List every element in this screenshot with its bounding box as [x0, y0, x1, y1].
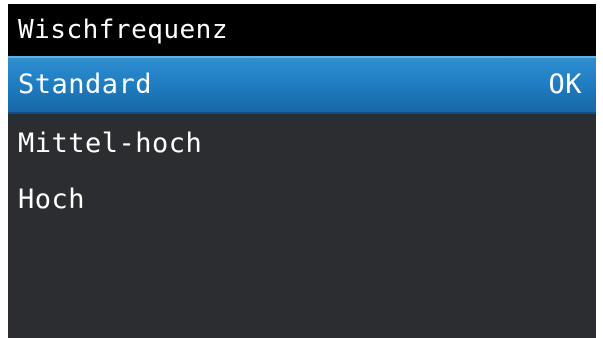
option-menu: Standard OK Mittel-hoch Hoch [8, 56, 596, 228]
menu-item-standard[interactable]: Standard OK [8, 56, 596, 114]
menu-item-mittel-hoch[interactable]: Mittel-hoch [8, 116, 596, 172]
menu-item-label: Hoch [18, 184, 86, 215]
menu-item-label: Standard [18, 69, 153, 100]
lcd-screen: Wischfrequenz Standard OK Mittel-hoch Ho… [8, 4, 596, 338]
menu-item-hoch[interactable]: Hoch [8, 172, 596, 228]
menu-item-label: Mittel-hoch [18, 128, 203, 159]
ok-indicator: OK [548, 69, 582, 100]
screen-title: Wischfrequenz [8, 4, 596, 56]
